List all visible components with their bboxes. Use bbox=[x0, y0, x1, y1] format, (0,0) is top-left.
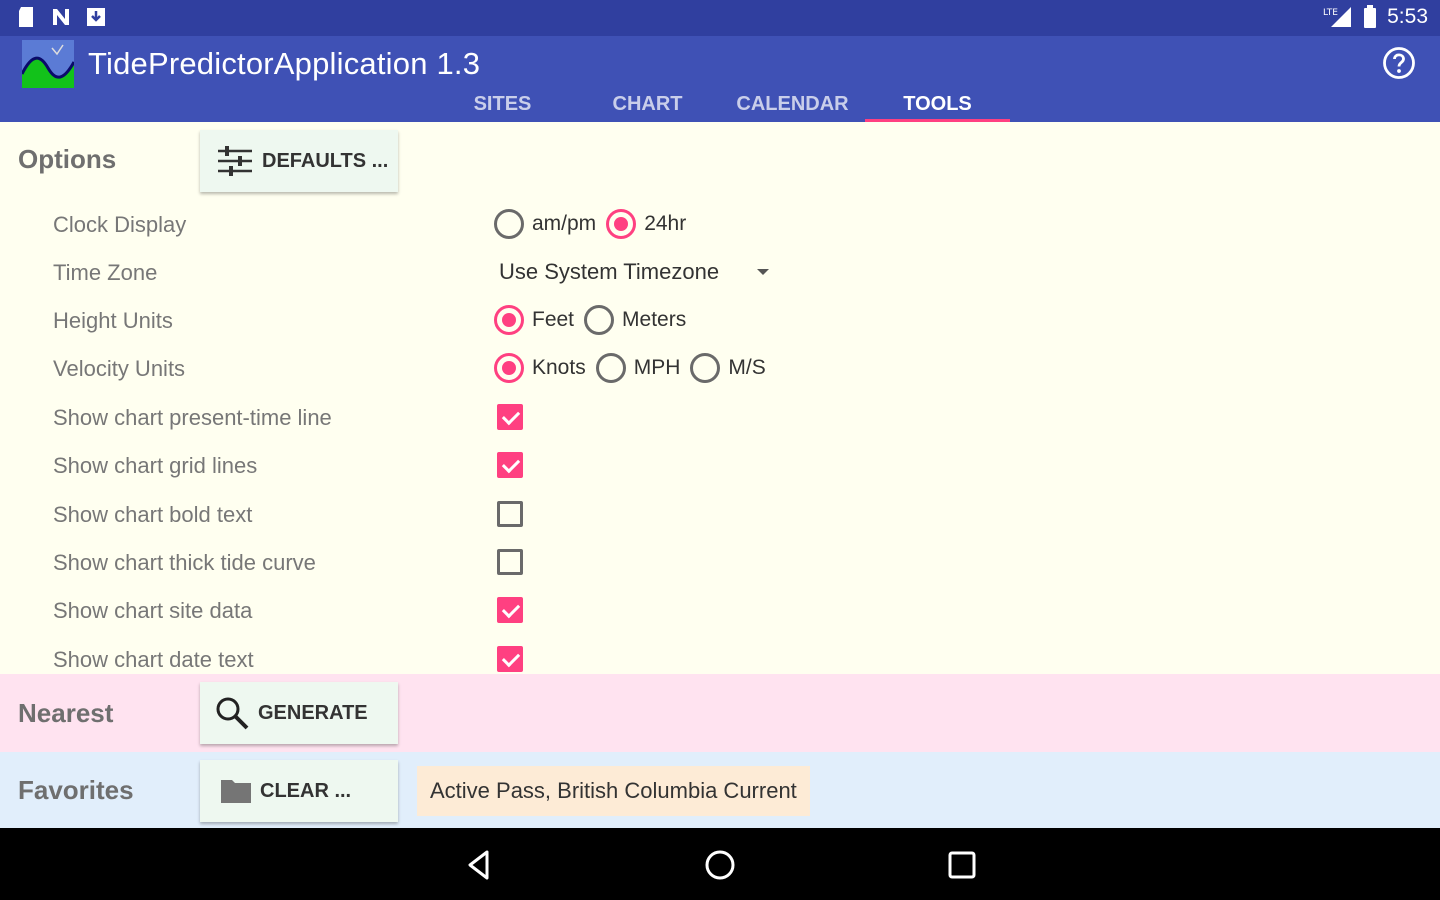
app-bar: TidePredictorApplication 1.3 SITES CHART… bbox=[0, 36, 1440, 122]
clock-display-row: Clock Display am/pm 24hr bbox=[0, 202, 1440, 250]
tide-logo-icon bbox=[22, 40, 74, 88]
tab-calendar[interactable]: CALENDAR bbox=[720, 88, 865, 122]
site-data-label: Show chart site data bbox=[53, 598, 253, 623]
thick-tide-curve-checkbox[interactable] bbox=[497, 549, 523, 575]
back-icon[interactable] bbox=[461, 847, 497, 883]
folder-icon bbox=[221, 780, 251, 803]
nearest-section: Nearest GENERATE bbox=[0, 674, 1440, 752]
clear-button-label: CLEAR ... bbox=[260, 779, 352, 802]
velocity-units-row: Velocity Units Knots MPH M/S bbox=[0, 346, 1440, 394]
present-time-line-row: Show chart present-time line bbox=[0, 395, 1440, 443]
options-panel: Options DEFAULTS ... Clock Display am/pm… bbox=[0, 122, 1440, 674]
network-type-label: LTE bbox=[1323, 8, 1338, 18]
generate-button-label: GENERATE bbox=[258, 701, 368, 724]
app-title: TidePredictorApplication 1.3 bbox=[88, 46, 481, 81]
present-time-line-label: Show chart present-time line bbox=[53, 405, 332, 430]
am-pm-label: am/pm bbox=[532, 212, 597, 235]
bold-text-checkbox[interactable] bbox=[497, 501, 523, 527]
defaults-button[interactable]: DEFAULTS ... bbox=[200, 130, 398, 192]
present-time-line-checkbox[interactable] bbox=[497, 404, 523, 430]
velocity-units-radio-group: Knots MPH M/S bbox=[494, 350, 776, 386]
height-units-label: Height Units bbox=[53, 308, 173, 333]
tab-chart[interactable]: CHART bbox=[575, 88, 720, 122]
tab-sites[interactable]: SITES bbox=[430, 88, 575, 122]
options-section-label: Options bbox=[18, 144, 117, 174]
navigation-bar bbox=[0, 830, 1440, 900]
status-bar: LTE 5:53 bbox=[0, 0, 1440, 36]
system-indicators: LTE 5:53 bbox=[1323, 5, 1428, 29]
help-icon[interactable] bbox=[1382, 46, 1416, 80]
site-data-row: Show chart site data bbox=[0, 588, 1440, 636]
bold-text-row: Show chart bold text bbox=[0, 492, 1440, 540]
grid-lines-row: Show chart grid lines bbox=[0, 443, 1440, 491]
recents-icon[interactable] bbox=[944, 847, 980, 883]
thick-tide-curve-label: Show chart thick tide curve bbox=[53, 550, 316, 575]
date-text-label: Show chart date text bbox=[53, 647, 254, 672]
generate-button[interactable]: GENERATE bbox=[200, 682, 398, 744]
m-s-label: M/S bbox=[728, 356, 766, 379]
nearest-section-label: Nearest bbox=[18, 698, 114, 728]
radio-feet[interactable] bbox=[494, 305, 524, 335]
clear-button[interactable]: CLEAR ... bbox=[200, 760, 398, 822]
mph-label: MPH bbox=[633, 356, 681, 379]
height-units-row: Height Units Feet Meters bbox=[0, 298, 1440, 346]
radio-knots[interactable] bbox=[494, 353, 524, 383]
time-zone-dropdown[interactable]: Use System Timezone bbox=[494, 254, 770, 290]
date-text-row: Show chart date text bbox=[0, 637, 1440, 674]
radio-24hr[interactable] bbox=[606, 209, 637, 239]
sd-card-icon bbox=[19, 7, 33, 27]
site-data-checkbox[interactable] bbox=[497, 597, 523, 623]
time-zone-row: Time Zone Use System Timezone bbox=[0, 250, 1440, 298]
clock: 5:53 bbox=[1387, 5, 1428, 28]
favorite-site-item[interactable]: Active Pass, British Columbia Current bbox=[417, 766, 810, 816]
dropdown-arrow-icon bbox=[757, 269, 770, 275]
time-zone-label: Time Zone bbox=[53, 260, 158, 285]
bold-text-label: Show chart bold text bbox=[53, 502, 253, 527]
24hr-label: 24hr bbox=[644, 212, 687, 235]
notification-icons bbox=[16, 6, 106, 28]
time-zone-value: Use System Timezone bbox=[499, 259, 720, 284]
nfc-icon bbox=[53, 9, 69, 25]
knots-label: Knots bbox=[532, 356, 586, 379]
sliders-icon bbox=[218, 146, 252, 176]
tab-bar: SITES CHART CALENDAR TOOLS bbox=[430, 88, 1010, 122]
favorites-section: Favorites CLEAR ... Active Pass, British… bbox=[0, 752, 1440, 828]
height-units-radio-group: Feet Meters bbox=[494, 302, 696, 338]
radio-m-s[interactable] bbox=[690, 353, 721, 383]
date-text-checkbox[interactable] bbox=[497, 646, 523, 672]
clock-display-radio-group: am/pm 24hr bbox=[494, 206, 696, 242]
grid-lines-checkbox[interactable] bbox=[497, 452, 523, 478]
radio-mph[interactable] bbox=[595, 353, 626, 383]
battery-icon bbox=[1364, 5, 1377, 28]
download-icon bbox=[87, 8, 105, 26]
favorites-section-label: Favorites bbox=[18, 775, 134, 805]
meters-label: Meters bbox=[622, 308, 687, 331]
home-icon[interactable] bbox=[702, 847, 738, 883]
signal-icon: LTE bbox=[1323, 7, 1352, 27]
thick-tide-curve-row: Show chart thick tide curve bbox=[0, 540, 1440, 588]
defaults-button-label: DEFAULTS ... bbox=[262, 149, 389, 172]
feet-label: Feet bbox=[532, 308, 575, 331]
grid-lines-label: Show chart grid lines bbox=[53, 453, 258, 478]
velocity-units-label: Velocity Units bbox=[53, 356, 186, 381]
radio-meters[interactable] bbox=[584, 305, 615, 335]
search-icon bbox=[216, 697, 249, 730]
tab-tools[interactable]: TOOLS bbox=[865, 88, 1010, 122]
clock-display-label: Clock Display bbox=[53, 212, 187, 237]
radio-am-pm[interactable] bbox=[494, 209, 524, 239]
